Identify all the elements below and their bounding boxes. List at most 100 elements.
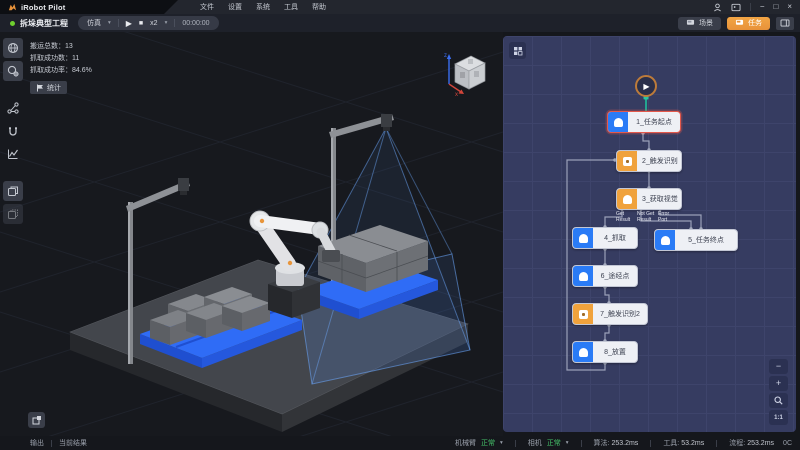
output-tab[interactable]: 输出 <box>30 438 44 448</box>
globe-gear-icon <box>7 65 19 77</box>
task-view-button[interactable]: 任务 <box>727 17 770 30</box>
status-divider <box>51 440 52 447</box>
menu-bar: 文件 设置 系统 工具 帮助 <box>178 0 326 14</box>
gripper-icon <box>661 236 670 245</box>
task-flow-panel[interactable]: ▶ 1_任务起点 2_触发识别 3_获取视觉 Get Result Not Ge… <box>503 36 796 432</box>
polyline-chart-icon <box>7 148 19 160</box>
viewport-layout-button[interactable] <box>28 412 45 428</box>
gripper-icon <box>579 348 588 357</box>
model-library-button[interactable] <box>3 38 23 58</box>
paste-layout-button[interactable] <box>3 204 23 224</box>
flow-node-label: 7_触发识别2 <box>593 304 647 324</box>
flow-start-node[interactable]: ▶ <box>635 75 657 97</box>
flow-node-task-end[interactable]: 5_任务终点 <box>654 229 738 251</box>
magnifier-icon <box>774 396 783 405</box>
magnet-snap-button[interactable] <box>3 121 23 141</box>
panel-toggle-button[interactable] <box>776 17 794 30</box>
flow-node-place[interactable]: 8_放置 <box>572 341 638 363</box>
flag-icon <box>36 84 44 92</box>
status-bar: 输出 当前结果 机械臂 正常 ▾ 相机 正常 ▾ 算法:253.2ms 工具:5… <box>0 436 800 450</box>
get-vision-icon <box>617 189 637 209</box>
sim-divider <box>118 19 119 27</box>
algorithm-time-value: 253.2ms <box>611 440 638 447</box>
zoom-in-button[interactable]: + <box>769 376 788 391</box>
chevron-down-icon[interactable]: ▾ <box>165 20 168 26</box>
scene-view-button[interactable]: 场景 <box>678 17 721 30</box>
task-flow-icon <box>735 19 744 27</box>
3d-viewport[interactable]: 搬运总数：13 抓取成功数：11 抓取成功率：84.6% 统计 <box>0 32 503 436</box>
stat-success-rate: 抓取成功率：84.6% <box>30 65 92 77</box>
stat-success-count: 抓取成功数：11 <box>30 53 92 65</box>
algorithm-time: 算法:253.2ms <box>594 438 639 448</box>
menu-system[interactable]: 系统 <box>256 2 270 12</box>
copy-layout-button[interactable] <box>3 181 23 201</box>
flow-node-label: 8_放置 <box>593 342 637 362</box>
play-button[interactable]: ▶ <box>126 19 132 28</box>
app-name: iRobot Pilot <box>21 3 65 12</box>
chevron-down-icon[interactable]: ▾ <box>108 20 111 26</box>
app-logo-icon <box>8 3 17 12</box>
svg-text:x: x <box>455 92 458 96</box>
view-cube[interactable]: z x <box>441 44 491 96</box>
scene-view-label: 场景 <box>699 18 713 28</box>
task-view-label: 任务 <box>748 18 762 28</box>
menu-file[interactable]: 文件 <box>200 2 214 12</box>
menu-help[interactable]: 帮助 <box>312 2 326 12</box>
minimize-button[interactable]: − <box>760 3 765 11</box>
zoom-fit-button[interactable]: 1:1 <box>769 410 788 425</box>
speed-select[interactable]: x2 <box>150 20 157 27</box>
status-bar-right: 机械臂 正常 ▾ 相机 正常 ▾ 算法:253.2ms 工具:53.2ms 流程… <box>455 438 792 448</box>
camera-label: 相机 <box>528 438 542 448</box>
menu-settings[interactable]: 设置 <box>228 2 242 12</box>
scene-settings-button[interactable] <box>3 61 23 81</box>
zoom-search-button[interactable] <box>769 393 788 408</box>
menu-tools[interactable]: 工具 <box>284 2 298 12</box>
status-divider <box>515 440 516 447</box>
flow-node-waypoint[interactable]: 6_途经点 <box>572 265 638 287</box>
close-button[interactable]: × <box>787 3 792 11</box>
stat-total-value: 13 <box>65 43 73 50</box>
rail-gap <box>3 84 23 96</box>
flow-node-label: 5_任务终点 <box>675 230 737 250</box>
sim-mode-select[interactable]: 仿真 <box>87 18 101 28</box>
viewport-tool-rail <box>3 38 23 225</box>
flow-node-trigger-recognition-2[interactable]: 7_触发识别2 <box>572 303 648 325</box>
project-indicator: 拆垛典型工程 <box>6 18 68 29</box>
chevron-down-icon[interactable]: ▾ <box>566 440 569 446</box>
current-result-tab[interactable]: 当前结果 <box>59 438 87 448</box>
flow-node-label: 1_任务起点 <box>628 112 680 132</box>
app-window: iRobot Pilot 文件 设置 系统 工具 帮助 − □ × <box>0 0 800 450</box>
pick-statistics: 搬运总数：13 抓取成功数：11 抓取成功率：84.6% 统计 <box>30 41 92 94</box>
view-switcher: 场景 任务 <box>678 17 794 30</box>
components-button[interactable] <box>3 98 23 118</box>
chevron-down-icon[interactable]: ▾ <box>500 440 503 446</box>
stop-button[interactable]: ■ <box>139 20 143 27</box>
status-bar-left: 输出 当前结果 <box>8 438 87 448</box>
process-time-value: 253.2ms <box>747 440 774 447</box>
gripper-icon <box>614 118 623 127</box>
statistics-button[interactable]: 统计 <box>30 81 67 94</box>
view-cube-body[interactable] <box>455 56 485 89</box>
window-controls-divider <box>750 3 751 11</box>
flow-node-label: 2_触发识别 <box>637 151 683 171</box>
flow-node-trigger-recognition[interactable]: 2_触发识别 <box>616 150 682 172</box>
stat-success-rate-value: 84.6% <box>72 67 92 74</box>
zoom-out-button[interactable]: − <box>769 359 788 374</box>
flow-node-grab[interactable]: 4_抓取 <box>572 227 638 249</box>
measure-chart-button[interactable] <box>3 144 23 164</box>
node-palette-button[interactable] <box>509 42 526 59</box>
flow-node-get-vision[interactable]: 3_获取视觉 <box>616 188 682 210</box>
simulation-controls: 仿真 ▾ ▶ ■ x2 ▾ 00:00:00 <box>78 16 219 30</box>
stat-total-label: 搬运总数： <box>30 43 65 50</box>
maximize-button[interactable]: □ <box>773 3 778 11</box>
flow-node-task-start[interactable]: 1_任务起点 <box>607 111 681 133</box>
process-time-label: 流程: <box>729 440 745 447</box>
title-bar: iRobot Pilot 文件 设置 系统 工具 帮助 − □ × <box>0 0 800 14</box>
grab-icon <box>573 228 593 248</box>
feedback-icon[interactable] <box>731 3 741 12</box>
stat-total: 搬运总数：13 <box>30 41 92 53</box>
gripper-icon <box>579 272 588 281</box>
ime-indicator[interactable]: 0C <box>783 440 792 447</box>
user-icon[interactable] <box>713 3 722 12</box>
nodes-icon <box>7 102 19 114</box>
